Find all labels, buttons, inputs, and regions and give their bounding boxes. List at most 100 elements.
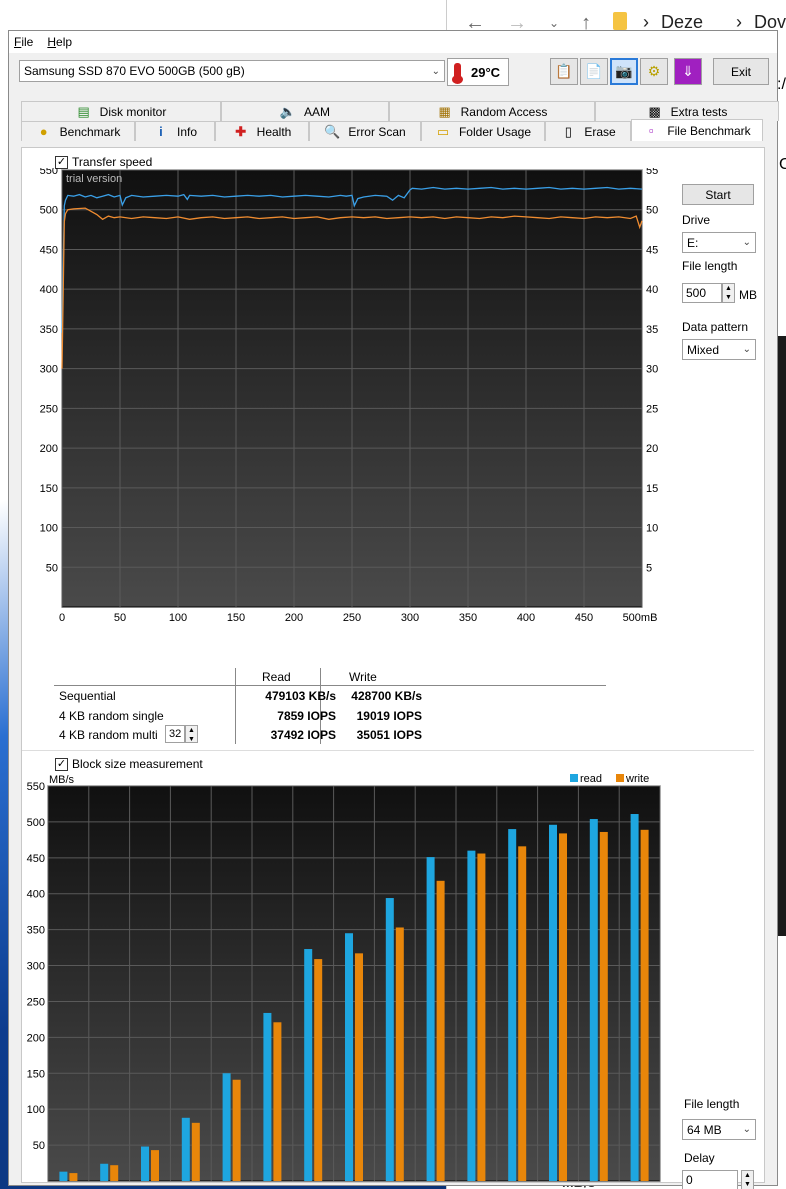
block-file-length-select[interactable]: 64 MB ⌄	[682, 1119, 756, 1140]
y-axis-label: MB/s	[49, 774, 75, 786]
x-tick-label: 350	[459, 612, 477, 624]
write-bar	[110, 1165, 119, 1181]
tab-aam[interactable]: 🔈 AAM	[221, 101, 389, 121]
save-button[interactable]: ⚙	[640, 58, 668, 85]
checkbox[interactable]: ✓	[55, 155, 68, 169]
file-benchmark-icon: ▫	[649, 123, 654, 138]
read-bar	[304, 949, 313, 1181]
checkbox[interactable]: ✓	[55, 757, 68, 771]
disk-select[interactable]: Samsung SSD 870 EVO 500GB (500 gB) ⌄	[19, 60, 445, 82]
watermark: trial version	[66, 173, 122, 185]
queue-depth-stepper[interactable]: ▲ ▼	[185, 725, 198, 743]
read-bar	[385, 898, 394, 1181]
y-tick-label: 50	[33, 1140, 45, 1152]
y2-tick-label: 50	[646, 205, 658, 217]
chevron-down-icon[interactable]: ⌄	[549, 16, 559, 30]
write-bar	[559, 833, 567, 1181]
x-tick-label: 300	[401, 612, 419, 624]
queue-depth-input[interactable]: 32	[165, 725, 185, 743]
write-column-header: Write	[349, 670, 377, 684]
write-bar	[314, 959, 323, 1181]
tab-disk-monitor[interactable]: ▤ Disk monitor	[21, 101, 221, 121]
copy-text-button[interactable]: 📋	[550, 58, 578, 85]
tab-health[interactable]: ✚ Health	[215, 121, 309, 141]
app-window: File Help Samsung SSD 870 EVO 500GB (500…	[8, 30, 779, 1189]
y2-tick-label: 20	[646, 443, 658, 455]
y-tick-label: 500	[40, 205, 58, 217]
data-pattern-select[interactable]: Mixed ⌄	[682, 339, 756, 360]
exit-button[interactable]: Exit	[713, 58, 769, 85]
write-bar	[436, 880, 445, 1181]
copy-text-icon: 📋	[555, 63, 573, 79]
read-bar	[263, 1012, 272, 1181]
write-bar	[599, 831, 608, 1181]
y-tick-label: 550	[27, 781, 45, 793]
start-button[interactable]: Start	[682, 184, 754, 205]
read-bar	[589, 819, 598, 1181]
read-bar	[181, 1117, 190, 1181]
menu-help[interactable]: Help	[47, 35, 72, 49]
block-file-length-label: File length	[684, 1097, 740, 1111]
copy-info-button[interactable]: 📄	[580, 58, 608, 85]
tab-file-benchmark[interactable]: ▫ File Benchmark	[631, 119, 763, 141]
delay-stepper[interactable]: ▲ ▼	[741, 1170, 754, 1189]
x-tick-label: 0	[59, 612, 65, 624]
plot-area	[47, 785, 661, 1182]
transfer-speed-toggle[interactable]: ✓ Transfer speed	[55, 155, 152, 169]
data-pattern-label: Data pattern	[682, 320, 749, 334]
file-benchmark-panel: ✓ Transfer speed 550 500 450 400 350 300 250 20…	[21, 147, 765, 1189]
drive-select[interactable]: E: ⌄	[682, 232, 756, 253]
file-length-stepper[interactable]: ▲ ▼	[722, 283, 735, 303]
menu-file[interactable]: File	[14, 35, 33, 49]
copy-info-icon: 📄	[585, 63, 603, 79]
tab-folder-usage[interactable]: ▭ Folder Usage	[421, 121, 545, 141]
read-bar	[345, 933, 353, 1181]
folder-icon: ▭	[436, 123, 450, 139]
write-bar	[355, 953, 363, 1181]
delay-label: Delay	[684, 1151, 715, 1165]
x-tick-label: 500mB	[623, 612, 658, 624]
magnifier-icon: 🔍	[324, 123, 341, 139]
legend-swatch-read	[570, 774, 578, 782]
y-tick-label: 450	[40, 244, 58, 256]
read-bar	[141, 1146, 149, 1181]
y-tick-label: 150	[27, 1068, 45, 1080]
screenshot-button[interactable]: 📷	[610, 58, 638, 85]
tab-error-scan[interactable]: 🔍 Error Scan	[309, 121, 421, 141]
tab-info[interactable]: i Info	[135, 121, 215, 141]
y-tick-label: 300	[27, 961, 45, 973]
y2-tick-label: 35	[646, 324, 658, 336]
chevron-down-icon: ⌄	[431, 65, 440, 77]
menu-bar: File Help	[9, 31, 777, 53]
read-column-header: Read	[262, 670, 291, 684]
file-length-label: File length	[682, 259, 738, 273]
write-bar	[518, 846, 527, 1181]
tab-extra-tests[interactable]: ▩ Extra tests	[595, 101, 779, 121]
read-bar	[467, 850, 476, 1181]
y2-tick-label: 5	[646, 562, 652, 574]
y-tick-label: 100	[27, 1104, 45, 1116]
benchmark-icon: ●	[39, 124, 48, 139]
y-tick-label: 350	[27, 925, 45, 937]
write-bar	[273, 1022, 282, 1181]
tab-random-access[interactable]: ▦ Random Access	[389, 101, 595, 121]
x-tick-label: 250	[343, 612, 361, 624]
result-row-sequential: Sequential 479103 KB/s 428700 KB/s	[59, 689, 422, 703]
result-row-4kb-single: 4 KB random single 7859 IOPS 19019 IOPS	[59, 709, 422, 723]
thermometer-icon	[452, 63, 463, 84]
y-tick-label: 250	[40, 403, 58, 415]
block-size-toggle[interactable]: ✓ Block size measurement	[55, 757, 203, 771]
y-tick-label: 200	[27, 1032, 45, 1044]
tab-erase[interactable]: ▯ Erase	[545, 121, 631, 141]
read-bar	[59, 1171, 68, 1181]
read-bar	[508, 829, 517, 1181]
y-tick-label: 300	[40, 364, 58, 376]
tab-benchmark[interactable]: ● Benchmark	[21, 121, 135, 141]
legend-label-read: read	[580, 773, 602, 785]
y2-tick-label: 25	[646, 403, 658, 415]
y-tick-label: 350	[40, 324, 58, 336]
delay-input[interactable]: 0	[682, 1170, 738, 1189]
file-length-input[interactable]: 500	[682, 283, 722, 303]
download-button[interactable]: ⇓	[674, 58, 702, 85]
x-tick-label: 400	[517, 612, 535, 624]
